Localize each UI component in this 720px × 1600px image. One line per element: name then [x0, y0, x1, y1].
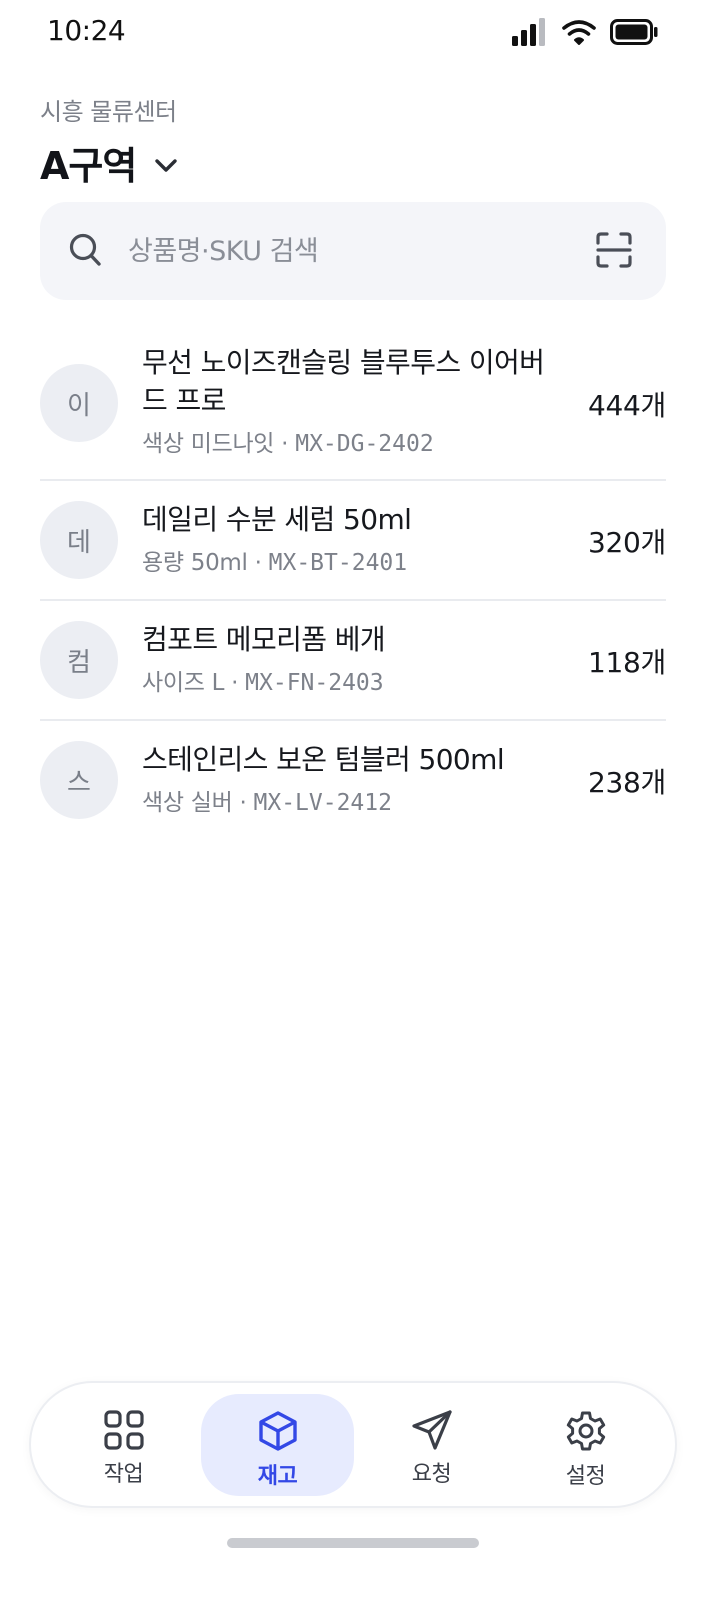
inventory-item[interactable]: 스 스테인리스 보온 텀블러 500ml 색상 실버 · MX-LV-2412 … [40, 721, 666, 841]
item-name: 무선 노이즈캔슬링 블루투스 이어버드 프로 [142, 346, 545, 417]
search-input[interactable] [128, 224, 568, 278]
box-icon [258, 1411, 297, 1451]
bottom-tab-bar: 작업 재고 요청 설정 [29, 1381, 677, 1508]
tab-label: 요청 [411, 1462, 452, 1487]
gear-icon [566, 1411, 605, 1451]
item-quantity: 118개 [587, 646, 666, 679]
meta-separator: · [232, 790, 254, 816]
meta-separator: · [247, 550, 269, 576]
grid-icon [103, 1410, 144, 1450]
meta-separator: · [274, 431, 296, 457]
inventory-list: 이 무선 노이즈캔슬링 블루투스 이어버드 프로 색상 미드나잇 · MX-DG… [40, 330, 666, 841]
item-option: 사이즈 L [142, 670, 225, 696]
search-bar [40, 202, 666, 300]
search-icon [69, 233, 101, 266]
tab-label: 재고 [257, 1464, 298, 1489]
tab-requests[interactable]: 요청 [355, 1394, 508, 1496]
item-name: 데일리 수분 세럼 50ml [142, 503, 412, 536]
wifi-icon [562, 20, 596, 45]
item-sku: MX-DG-2402 [295, 431, 434, 457]
item-avatar: 데 [40, 501, 118, 579]
send-icon [411, 1410, 452, 1450]
item-avatar: 컴 [40, 621, 118, 699]
page-title: A구역 [40, 144, 137, 188]
item-quantity: 320개 [587, 526, 666, 559]
tab-label: 설정 [565, 1464, 606, 1489]
item-meta: 사이즈 L · MX-FN-2403 [142, 663, 552, 697]
zone-selector[interactable]: A구역 [40, 135, 178, 190]
inventory-item[interactable]: 컴 컴포트 메모리폼 베개 사이즈 L · MX-FN-2403 118개 [40, 601, 666, 721]
status-bar: 10:24 [0, 0, 720, 68]
tab-settings[interactable]: 설정 [509, 1394, 662, 1496]
item-quantity: 238개 [587, 766, 666, 799]
status-time: 10:24 [47, 14, 126, 47]
home-indicator[interactable] [227, 1538, 479, 1548]
item-name: 컴포트 메모리폼 베개 [142, 623, 386, 656]
header: 시흥 물류센터 A구역 [40, 92, 178, 190]
item-option: 색상 미드나잇 [142, 431, 275, 457]
item-avatar: 이 [40, 364, 118, 442]
item-name: 스테인리스 보온 텀블러 500ml [142, 743, 505, 776]
item-quantity: 444개 [587, 389, 666, 422]
tab-tasks[interactable]: 작업 [47, 1394, 200, 1496]
inventory-item[interactable]: 이 무선 노이즈캔슬링 블루투스 이어버드 프로 색상 미드나잇 · MX-DG… [40, 330, 666, 481]
barcode-scan-icon[interactable] [596, 232, 632, 268]
inventory-item[interactable]: 데 데일리 수분 세럼 50ml 용량 50ml · MX-BT-2401 32… [40, 481, 666, 601]
item-info: 컴포트 메모리폼 베개 사이즈 L · MX-FN-2403 [142, 621, 552, 697]
status-icons [512, 18, 658, 46]
item-meta: 색상 미드나잇 · MX-DG-2402 [142, 424, 552, 458]
item-option: 색상 실버 [142, 790, 233, 816]
warehouse-name: 시흥 물류센터 [40, 98, 177, 126]
item-meta: 용량 50ml · MX-BT-2401 [142, 543, 552, 577]
item-sku: MX-FN-2403 [245, 670, 384, 696]
item-info: 무선 노이즈캔슬링 블루투스 이어버드 프로 색상 미드나잇 · MX-DG-2… [142, 344, 552, 458]
item-sku: MX-BT-2401 [268, 550, 408, 576]
signal-icon [512, 18, 545, 46]
item-meta: 색상 실버 · MX-LV-2412 [142, 783, 552, 817]
item-avatar: 스 [40, 741, 118, 819]
item-info: 데일리 수분 세럼 50ml 용량 50ml · MX-BT-2401 [142, 501, 552, 577]
item-sku: MX-LV-2412 [253, 790, 392, 816]
chevron-down-icon [155, 158, 178, 172]
tab-inventory[interactable]: 재고 [201, 1394, 354, 1496]
tab-label: 작업 [103, 1462, 144, 1487]
battery-icon [610, 19, 658, 45]
meta-separator: · [224, 670, 246, 696]
item-option: 용량 50ml [142, 550, 248, 576]
item-info: 스테인리스 보온 텀블러 500ml 색상 실버 · MX-LV-2412 [142, 741, 552, 817]
